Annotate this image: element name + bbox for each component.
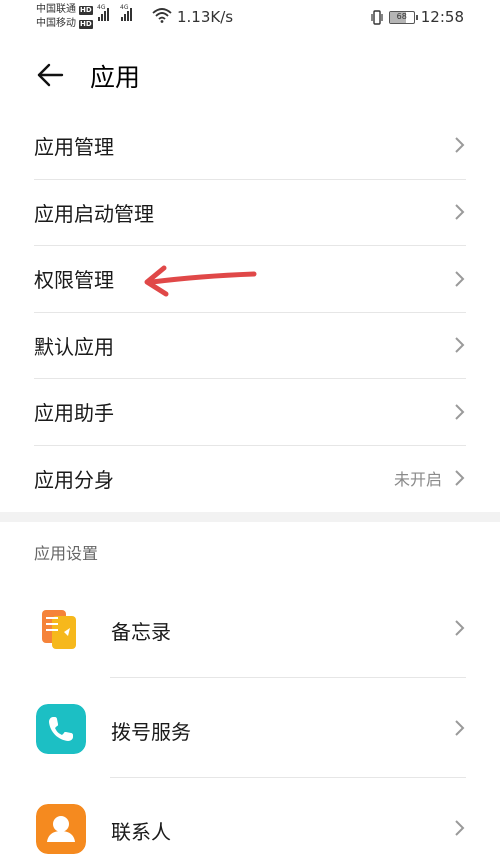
signal-icon: 4G — [120, 4, 132, 21]
app-label: 联系人 — [111, 820, 171, 844]
hd-badge-1: HD — [79, 5, 93, 15]
carrier-info: 中国联通 HD 中国移动 HD — [36, 3, 93, 31]
menu-item-app-assistant[interactable]: 应用助手 — [34, 378, 466, 445]
hd-badge-2: HD — [79, 19, 93, 29]
app-item-memo[interactable]: 备忘录 — [0, 578, 500, 678]
clock: 12:58 — [420, 8, 464, 26]
section-title: 应用设置 — [34, 544, 99, 563]
battery-icon: 68 — [388, 10, 418, 24]
app-label: 备忘录 — [111, 620, 171, 644]
app-settings-list: 备忘录 拨号服务 联系人 — [0, 578, 500, 866]
app-label: 拨号服务 — [111, 720, 191, 744]
menu-item-app-management[interactable]: 应用管理 — [34, 112, 466, 179]
chevron-right-icon — [455, 204, 465, 220]
status-bar: 中国联通 HD 中国移动 HD 4G 4G 1.13K/s 68 12:58 — [0, 0, 500, 36]
chevron-right-icon — [455, 470, 465, 486]
page-title: 应用 — [90, 63, 141, 92]
menu-item-label: 应用助手 — [34, 401, 114, 426]
menu-item-label: 应用分身 — [34, 467, 114, 492]
chevron-right-icon — [455, 137, 465, 153]
menu-item-label: 默认应用 — [34, 334, 114, 359]
signal-icons: 4G 4G — [97, 4, 132, 21]
contact-icon — [36, 804, 86, 854]
chevron-right-icon — [455, 720, 465, 736]
memo-icon — [36, 604, 86, 654]
menu-item-app-twin[interactable]: 应用分身 未开启 — [34, 444, 466, 512]
menu-item-label: 应用管理 — [34, 134, 114, 159]
chevron-right-icon — [455, 404, 465, 420]
menu-item-label: 应用启动管理 — [34, 201, 154, 226]
chevron-right-icon — [455, 337, 465, 353]
status-right: 68 12:58 — [371, 8, 464, 26]
menu-item-label: 权限管理 — [34, 268, 114, 293]
settings-list: 应用管理 应用启动管理 权限管理 默认应用 应用助手 应用分身 未开启 — [34, 112, 466, 511]
menu-item-value: 未开启 — [393, 470, 442, 490]
carrier-2: 中国移动 — [36, 18, 76, 29]
chevron-right-icon — [455, 620, 465, 636]
arrow-left-icon — [37, 63, 64, 87]
chevron-right-icon — [455, 820, 465, 836]
carrier-1: 中国联通 — [36, 4, 76, 15]
menu-item-default-apps[interactable]: 默认应用 — [34, 311, 466, 379]
annotation-arrow — [144, 265, 257, 297]
phone-icon — [36, 704, 86, 754]
signal-icon: 4G — [97, 4, 109, 21]
app-bar: 应用 — [0, 40, 500, 110]
network-speed: 1.13K/s — [177, 8, 234, 26]
section-divider — [0, 512, 500, 522]
app-item-contacts[interactable]: 联系人 — [0, 778, 500, 866]
app-item-dialer[interactable]: 拨号服务 — [0, 678, 500, 778]
chevron-right-icon — [455, 271, 465, 287]
back-button[interactable] — [30, 55, 70, 95]
vibrate-icon — [371, 9, 383, 25]
wifi-icon — [152, 8, 172, 27]
menu-item-startup-management[interactable]: 应用启动管理 — [34, 178, 466, 246]
